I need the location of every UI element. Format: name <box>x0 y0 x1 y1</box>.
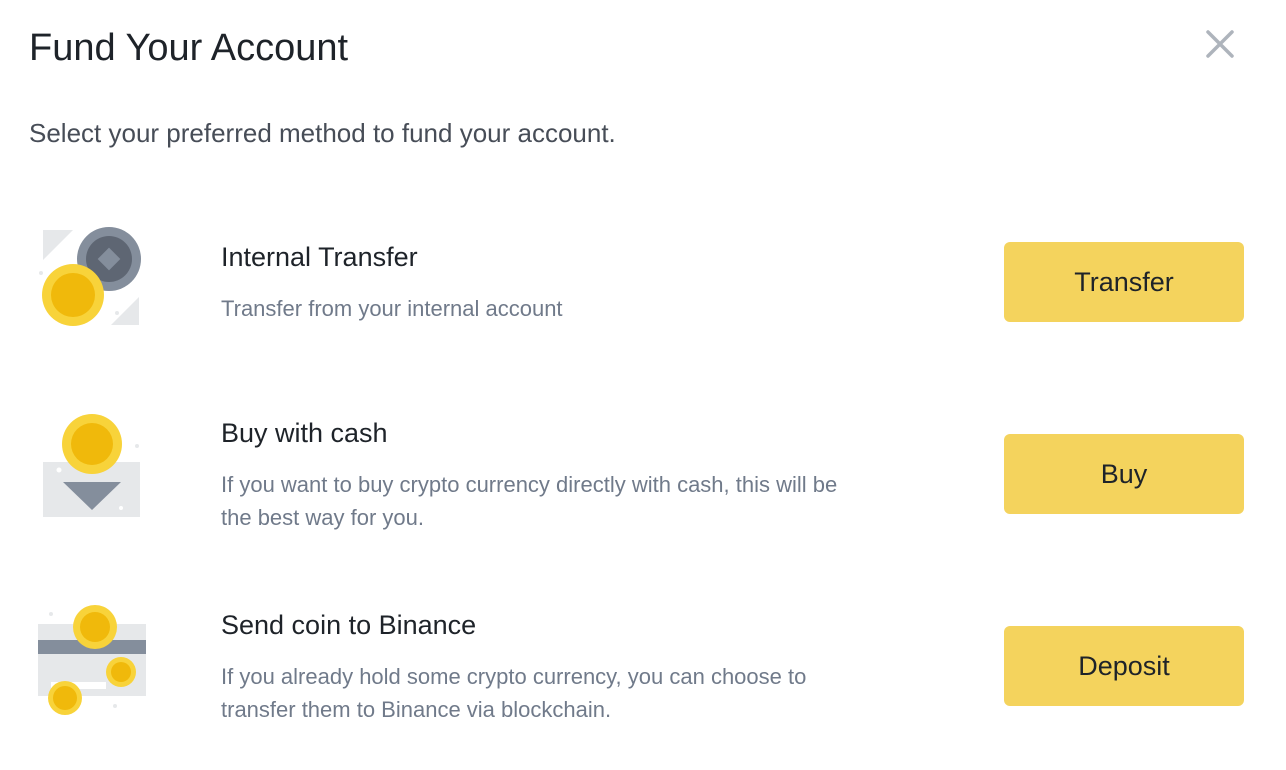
option-send-coin: Send coin to Binance If you already hold… <box>0 600 1286 730</box>
option-description-line-2: transfer them to Binance via blockchain. <box>221 697 612 722</box>
option-description-line-1: If you want to buy crypto currency direc… <box>221 472 838 497</box>
option-internal-transfer: Internal Transfer Transfer from your int… <box>0 225 1286 335</box>
option-description-line-2: the best way for you. <box>221 505 424 530</box>
fund-account-modal: Fund Your Account Select your preferred … <box>0 0 1286 770</box>
coins-transfer-icon <box>33 225 149 333</box>
transfer-button[interactable]: Transfer <box>1004 242 1244 322</box>
coin-cash-icon <box>33 412 149 520</box>
deposit-button[interactable]: Deposit <box>1004 626 1244 706</box>
modal-title: Fund Your Account <box>29 27 349 69</box>
buy-button[interactable]: Buy <box>1004 434 1244 514</box>
option-title: Internal Transfer <box>221 242 418 272</box>
option-buy-with-cash: Buy with cash If you want to buy crypto … <box>0 412 1286 532</box>
option-description-line-1: If you already hold some crypto currency… <box>221 664 807 689</box>
modal-subtitle: Select your preferred method to fund you… <box>29 118 616 148</box>
option-description: Transfer from your internal account <box>221 296 563 321</box>
card-coins-icon <box>33 600 149 715</box>
close-icon[interactable] <box>1200 24 1240 64</box>
option-title: Buy with cash <box>221 418 388 448</box>
option-title: Send coin to Binance <box>221 610 477 640</box>
